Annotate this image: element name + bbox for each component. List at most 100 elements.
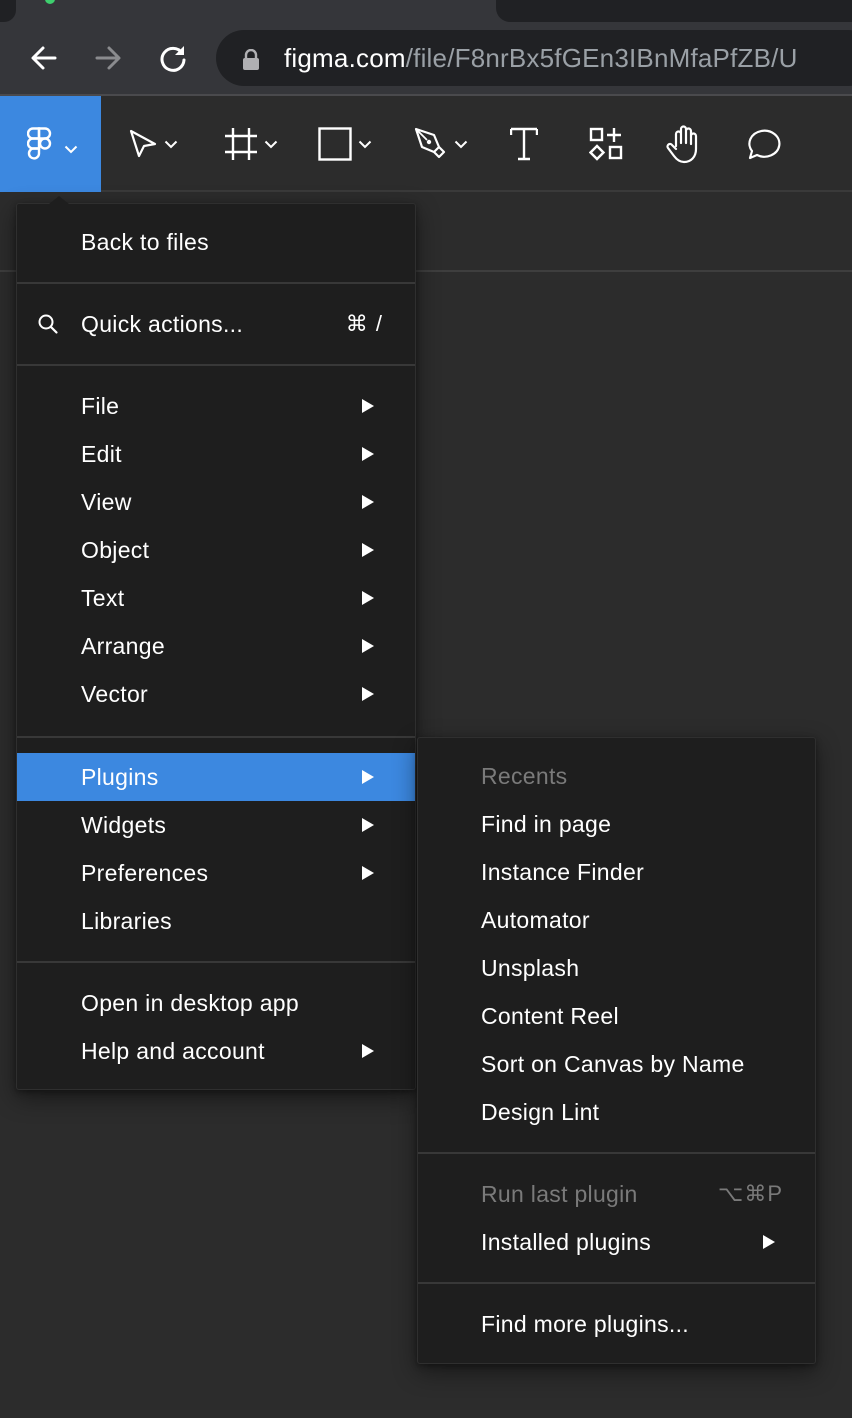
pen-icon: [414, 127, 446, 159]
menu-item-plugins[interactable]: Plugins: [17, 753, 415, 801]
figma-browser-window: figma.com/file/F8nrBx5fGEn3IBnMfaPfZB/U: [0, 0, 852, 1418]
menu-divider: [17, 961, 415, 963]
menu-item-file[interactable]: File: [17, 382, 415, 430]
recents-header: Recents: [418, 752, 815, 800]
address-bar[interactable]: figma.com/file/F8nrBx5fGEn3IBnMfaPfZB/U: [216, 30, 852, 86]
text-icon: [510, 127, 538, 161]
submenu-arrow-icon: [362, 866, 374, 880]
url-text: figma.com/file/F8nrBx5fGEn3IBnMfaPfZB/U: [284, 43, 798, 74]
plugin-item-find-in-page[interactable]: Find in page: [418, 800, 815, 848]
plugin-item-instance-finder[interactable]: Instance Finder: [418, 848, 815, 896]
reload-button[interactable]: [155, 40, 191, 76]
chevron-down-icon: [454, 140, 468, 148]
main-menu-button[interactable]: [0, 96, 101, 192]
submenu-arrow-icon: [362, 495, 374, 509]
lock-icon: [243, 49, 259, 70]
hand-icon: [666, 125, 698, 164]
menu-item-installed-plugins[interactable]: Installed plugins: [418, 1218, 815, 1266]
browser-navbar: figma.com/file/F8nrBx5fGEn3IBnMfaPfZB/U: [0, 22, 852, 95]
resources-tool[interactable]: [589, 96, 623, 192]
menu-divider: [17, 364, 415, 366]
plugin-item-label: Sort on Canvas by Name: [481, 1050, 745, 1077]
menu-divider: [17, 736, 415, 738]
chevron-down-icon: [264, 140, 278, 148]
menu-item-view[interactable]: View: [17, 478, 415, 526]
menu-item-text[interactable]: Text: [17, 574, 415, 622]
resources-icon: [589, 127, 623, 161]
plugin-item-sort-on-canvas[interactable]: Sort on Canvas by Name: [418, 1040, 815, 1088]
menu-item-open-in-desktop-app[interactable]: Open in desktop app: [17, 979, 415, 1027]
menu-item-find-more-plugins[interactable]: Find more plugins...: [418, 1300, 815, 1348]
menu-item-arrange[interactable]: Arrange: [17, 622, 415, 670]
back-button[interactable]: [26, 40, 62, 76]
submenu-arrow-icon: [362, 687, 374, 701]
plugin-item-label: Automator: [481, 906, 590, 933]
menu-item-label: Edit: [81, 440, 122, 467]
plugins-submenu: Recents Find in page Instance Finder Aut…: [417, 737, 816, 1364]
chevron-down-icon: [358, 140, 372, 148]
frame-tool[interactable]: [224, 96, 278, 192]
browser-tab-strip: [0, 0, 852, 22]
menu-item-label: Help and account: [81, 1037, 265, 1064]
menu-divider: [17, 282, 415, 284]
plugin-item-unsplash[interactable]: Unsplash: [418, 944, 815, 992]
move-tool[interactable]: [128, 96, 178, 192]
shortcut-label: ⌘ /: [345, 311, 383, 336]
menu-item-label: Run last plugin: [481, 1180, 638, 1207]
comment-tool[interactable]: [744, 96, 782, 192]
tab-favicon-dot: [45, 0, 55, 4]
menu-notch: [49, 196, 69, 204]
browser-tab-inactive[interactable]: [0, 0, 16, 22]
reload-icon: [160, 46, 186, 72]
pen-tool[interactable]: [414, 96, 468, 192]
url-host: figma.com: [284, 43, 406, 73]
plugin-item-label: Design Lint: [481, 1098, 600, 1125]
menu-item-label: View: [81, 488, 132, 515]
hand-tool[interactable]: [665, 96, 703, 192]
forward-button[interactable]: [90, 40, 126, 76]
plugin-item-label: Content Reel: [481, 1002, 619, 1029]
menu-item-vector[interactable]: Vector: [17, 670, 415, 718]
shape-tool[interactable]: [318, 96, 372, 192]
url-path: /file/F8nrBx5fGEn3IBnMfaPfZB/U: [405, 43, 798, 73]
menu-item-label: Preferences: [81, 859, 209, 886]
main-menu: Back to files Quick actions... ⌘ / File …: [16, 196, 416, 1090]
menu-item-back-to-files[interactable]: Back to files: [17, 218, 415, 266]
menu-item-label: Installed plugins: [481, 1228, 652, 1255]
menu-item-label: Object: [81, 536, 150, 563]
section-header-label: Recents: [481, 762, 568, 789]
menu-item-help-and-account[interactable]: Help and account: [17, 1027, 415, 1075]
text-tool[interactable]: [510, 96, 538, 192]
submenu-arrow-icon: [362, 1044, 374, 1058]
browser-tab-inactive[interactable]: [496, 0, 852, 22]
chevron-down-icon: [64, 145, 78, 154]
figma-toolbar: [0, 96, 852, 192]
menu-item-preferences[interactable]: Preferences: [17, 849, 415, 897]
shortcut-label: ⌥⌘P: [717, 1181, 783, 1206]
submenu-arrow-icon: [362, 543, 374, 557]
plugin-item-design-lint[interactable]: Design Lint: [418, 1088, 815, 1136]
menu-item-label: File: [81, 392, 120, 419]
submenu-arrow-icon: [362, 447, 374, 461]
frame-icon: [225, 128, 257, 160]
menu-item-label: Widgets: [81, 811, 167, 838]
menu-item-object[interactable]: Object: [17, 526, 415, 574]
chevron-down-icon: [164, 140, 178, 148]
menu-item-edit[interactable]: Edit: [17, 430, 415, 478]
menu-item-quick-actions[interactable]: Quick actions... ⌘ /: [17, 300, 415, 348]
submenu-arrow-icon: [362, 591, 374, 605]
submenu-arrow-icon: [763, 1235, 775, 1249]
arrow-right-icon: [95, 46, 121, 70]
plugin-item-label: Instance Finder: [481, 858, 645, 885]
menu-item-widgets[interactable]: Widgets: [17, 801, 415, 849]
plugin-item-content-reel[interactable]: Content Reel: [418, 992, 815, 1040]
menu-item-libraries[interactable]: Libraries: [17, 897, 415, 945]
plugin-item-automator[interactable]: Automator: [418, 896, 815, 944]
menu-item-run-last-plugin: Run last plugin ⌥⌘P: [418, 1170, 815, 1218]
menu-divider: [418, 1282, 815, 1284]
submenu-arrow-icon: [362, 818, 374, 832]
submenu-arrow-icon: [362, 770, 374, 784]
plugin-item-label: Unsplash: [481, 954, 580, 981]
arrow-left-icon: [31, 46, 57, 70]
figma-logo-icon: [27, 127, 52, 160]
